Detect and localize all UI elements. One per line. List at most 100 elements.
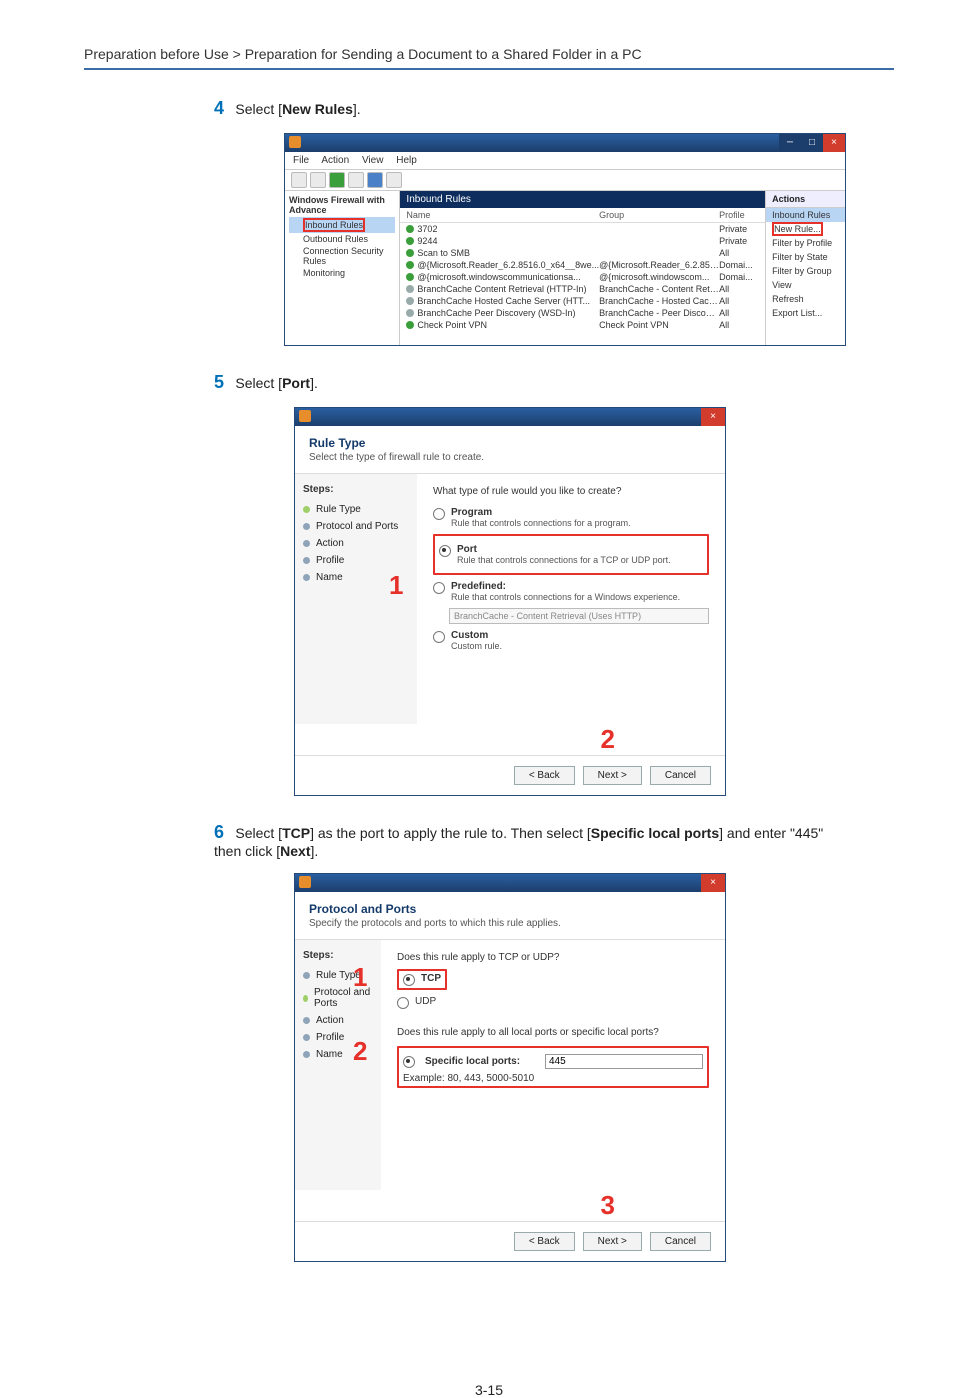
step-bullet-icon [303, 540, 310, 547]
tree-connsec[interactable]: Connection Security Rules [289, 245, 395, 267]
rule-name: Check Point VPN [417, 320, 487, 330]
step-bullet-icon [303, 972, 310, 979]
rule-group: BranchCache - Hosted Cach... [599, 296, 719, 306]
option-desc: Rule that controls connections for a Win… [451, 592, 680, 602]
t: Select [ [235, 375, 282, 391]
next-button[interactable]: Next > [583, 1232, 642, 1251]
t: Inbound Rules [303, 218, 365, 232]
callout-1: 1 [353, 962, 367, 993]
step-text: Select [New Rules]. [235, 101, 360, 117]
tree-root[interactable]: Windows Firewall with Advance [289, 195, 395, 215]
menu-help[interactable]: Help [396, 155, 417, 166]
status-icon [406, 249, 414, 257]
close-button[interactable]: × [823, 134, 845, 152]
cancel-button[interactable]: Cancel [650, 1232, 711, 1251]
t: Next [280, 843, 310, 859]
rule-profile: Domai... [719, 260, 759, 270]
status-icon [406, 237, 414, 245]
radio-option[interactable] [433, 631, 445, 643]
ports-input[interactable] [545, 1054, 703, 1069]
next-button[interactable]: Next > [583, 766, 642, 785]
action-export[interactable]: Export List... [766, 306, 845, 320]
close-button[interactable]: × [701, 874, 725, 892]
rule-profile: Private [719, 224, 759, 234]
status-icon [406, 309, 414, 317]
step-label: Name [316, 1049, 343, 1060]
table-row[interactable]: 3702Private [400, 223, 765, 235]
col-profile[interactable]: Profile [719, 210, 759, 220]
rule-group [599, 224, 719, 234]
export-icon[interactable] [386, 172, 402, 188]
wizard-subtitle: Specify the protocols and ports to which… [309, 918, 711, 929]
table-row[interactable]: @{microsoft.windowscommunicationsa...@{m… [400, 271, 765, 283]
step-bullet-icon [303, 1017, 310, 1024]
titlebar: × [295, 874, 725, 892]
step-label: Rule Type [316, 504, 361, 515]
breadcrumb: Preparation before Use > Preparation for… [84, 46, 894, 62]
close-button[interactable]: × [701, 408, 725, 426]
table-row[interactable]: Scan to SMBAll [400, 247, 765, 259]
menu-view[interactable]: View [362, 155, 384, 166]
tree-outbound[interactable]: Outbound Rules [289, 233, 395, 245]
back-icon[interactable] [291, 172, 307, 188]
wizard-header: Rule Type Select the type of firewall ru… [295, 426, 725, 474]
step-text: Select [TCP] as the port to apply the ru… [214, 825, 823, 859]
cancel-button[interactable]: Cancel [650, 766, 711, 785]
action-refresh[interactable]: Refresh [766, 292, 845, 306]
step-label: Action [316, 1015, 344, 1026]
tree-inbound[interactable]: Inbound Rules [289, 217, 395, 233]
status-icon [406, 225, 414, 233]
wizard-step: Profile [303, 552, 409, 569]
rule-group: @{microsoft.windowscom... [599, 272, 719, 282]
radio-tcp[interactable] [403, 974, 415, 986]
radio-option[interactable] [433, 582, 445, 594]
back-button[interactable]: < Back [514, 1232, 575, 1251]
rule-profile: All [719, 248, 759, 258]
firewall-window: ─ □ × File Action View Help [284, 133, 846, 346]
status-icon [406, 261, 414, 269]
table-row[interactable]: BranchCache Content Retrieval (HTTP-In)B… [400, 283, 765, 295]
minimize-button[interactable]: ─ [779, 134, 801, 152]
step-bullet-icon [303, 523, 310, 530]
rule-group: Check Point VPN [599, 320, 719, 330]
actions-panel: Actions Inbound Rules New Rule... Filter… [765, 191, 845, 345]
steps-label: Steps: [303, 484, 409, 495]
table-row[interactable]: BranchCache Peer Discovery (WSD-In)Branc… [400, 307, 765, 319]
wizard-step: Protocol and Ports [303, 518, 409, 535]
menu-file[interactable]: File [293, 155, 309, 166]
t: Select [ [235, 101, 282, 117]
col-group[interactable]: Group [599, 210, 719, 220]
radio-option[interactable] [433, 508, 445, 520]
col-name[interactable]: Name [406, 210, 599, 220]
action-filter-profile[interactable]: Filter by Profile [766, 236, 845, 250]
wizard-main: What type of rule would you like to crea… [417, 474, 725, 724]
step-bullet-icon [303, 1034, 310, 1041]
step-5: 5 Select [Port]. [214, 372, 894, 393]
table-row[interactable]: @{Microsoft.Reader_6.2.8516.0_x64__8we..… [400, 259, 765, 271]
table-row[interactable]: 9244Private [400, 235, 765, 247]
wizard-steps: Steps: Rule TypeProtocol and PortsAction… [295, 940, 381, 1190]
radio-specific-ports[interactable] [403, 1056, 415, 1068]
forward-icon[interactable] [310, 172, 326, 188]
action-view[interactable]: View [766, 278, 845, 292]
t: ]. [311, 843, 319, 859]
radio-option[interactable] [439, 545, 451, 557]
radio-udp[interactable] [397, 997, 409, 1009]
refresh-icon[interactable] [348, 172, 364, 188]
action-new-rule[interactable]: New Rule... [766, 222, 845, 236]
back-button[interactable]: < Back [514, 766, 575, 785]
step-number: 5 [214, 372, 224, 392]
step-number: 4 [214, 98, 224, 118]
predefined-dropdown[interactable]: BranchCache - Content Retrieval (Uses HT… [449, 608, 709, 624]
menu-action[interactable]: Action [321, 155, 349, 166]
table-row[interactable]: BranchCache Hosted Cache Server (HTT...B… [400, 295, 765, 307]
table-row[interactable]: Check Point VPNCheck Point VPNAll [400, 319, 765, 331]
action-filter-state[interactable]: Filter by State [766, 250, 845, 264]
tree-monitoring[interactable]: Monitoring [289, 267, 395, 279]
help-icon[interactable] [367, 172, 383, 188]
col-headers: Name Group Profile [400, 208, 765, 223]
new-icon[interactable] [329, 172, 345, 188]
maximize-button[interactable]: □ [801, 134, 823, 152]
wizard-footer: < Back Next > Cancel [295, 1221, 725, 1261]
action-filter-group[interactable]: Filter by Group [766, 264, 845, 278]
